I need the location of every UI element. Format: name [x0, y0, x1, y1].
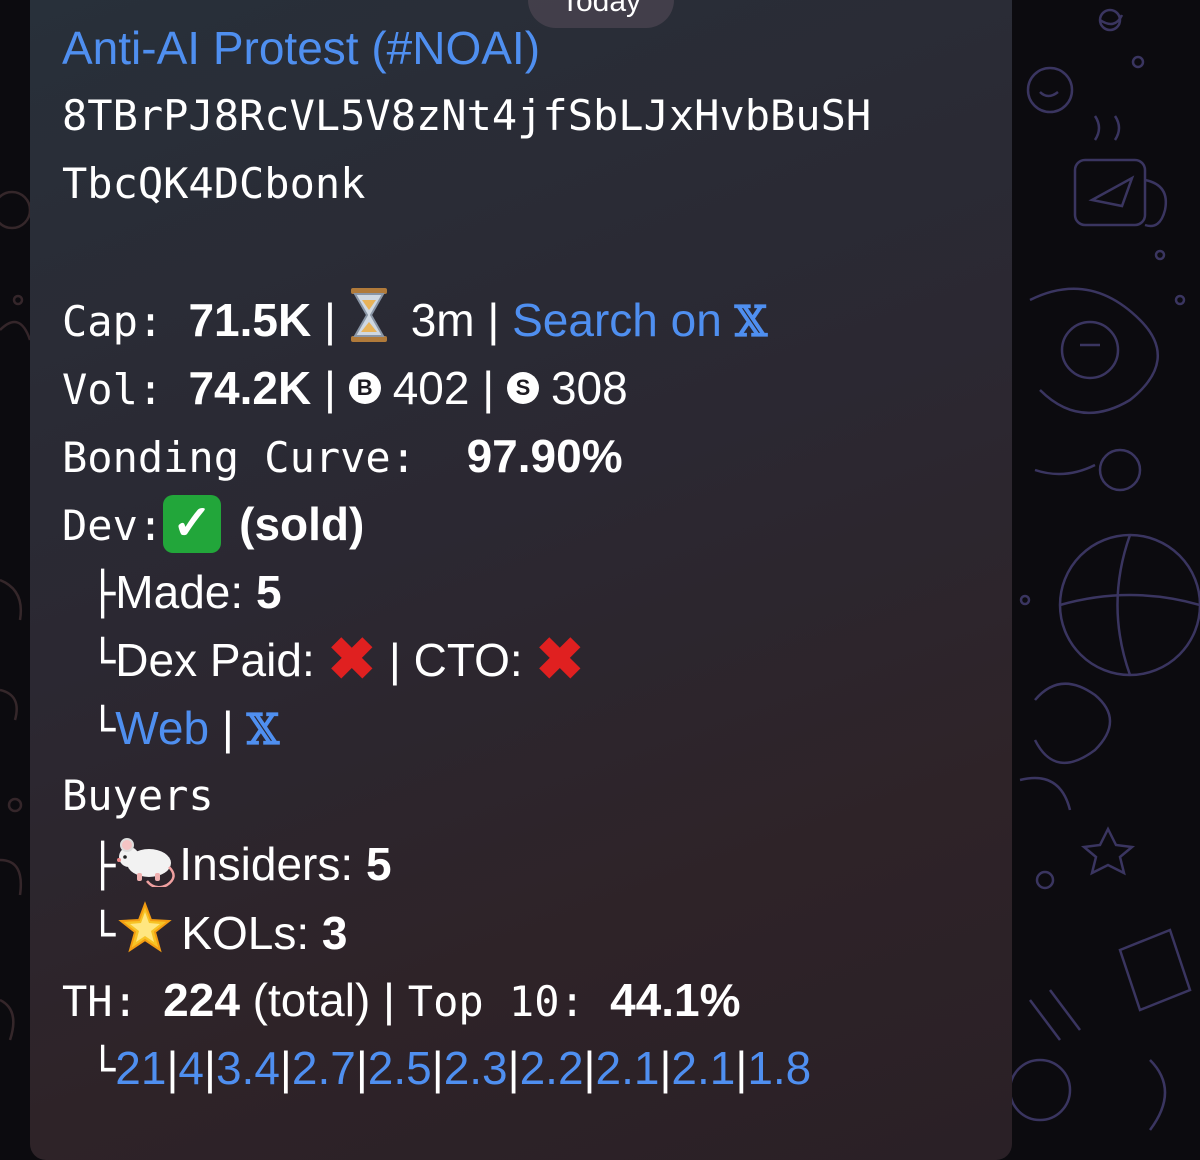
insiders-label: Insiders:	[179, 838, 366, 890]
dev-status: (sold)	[239, 498, 365, 550]
dev-links-line: └Web | 𝕏	[62, 694, 1002, 762]
age-value: 3m	[410, 294, 475, 347]
buyers-label: Buyers	[62, 771, 214, 820]
x-logo-icon[interactable]: 𝕏	[247, 705, 280, 754]
cap-separator: |	[311, 294, 349, 347]
cap-separator-2: |	[474, 294, 513, 347]
dex-paid-label: Dex Paid:	[115, 634, 328, 686]
dev-made-line: ├Made: 5	[62, 558, 1002, 626]
th-total-suffix: (total) |	[239, 974, 408, 1026]
vol-separator: |	[311, 362, 349, 414]
holder-separator: |	[659, 1042, 672, 1094]
made-label: Made:	[115, 566, 256, 618]
top-holders-line: TH: 224 (total) | Top 10: 44.1%	[62, 966, 1002, 1034]
tree-branch: └	[90, 637, 116, 686]
holder-separator: |	[204, 1042, 216, 1094]
bonding-curve-line: Bonding Curve: 97.90%	[62, 422, 1002, 490]
vol-separator-2: |	[469, 362, 507, 414]
dev-line: Dev: ✓ (sold)	[62, 490, 1002, 558]
holder-separator: |	[507, 1042, 520, 1094]
top10-value: 44.1%	[610, 974, 741, 1026]
holder-percent-link[interactable]: 2.7	[292, 1042, 356, 1094]
contract-address-line-1[interactable]: 8TBrPJ8RcVL5V8zNt4jfSbLJxHvbBuSH	[62, 82, 1002, 150]
tree-branch: └	[90, 1045, 116, 1094]
th-label: TH:	[62, 977, 164, 1026]
holders-line: └21|4|3.4|2.7|2.5|2.3|2.2|2.1|2.1|1.8	[62, 1034, 1002, 1102]
holder-percent-list: 21|4|3.4|2.7|2.5|2.3|2.2|2.1|2.1|1.8	[115, 1042, 811, 1094]
message-content: Anti-AI Protest (#NOAI) 8TBrPJ8RcVL5V8zN…	[62, 14, 1002, 1102]
th-total: 224	[163, 974, 240, 1026]
holder-separator: |	[166, 1042, 179, 1094]
dev-dex-line: └Dex Paid: ✖ | CTO: ✖	[62, 626, 1002, 694]
cap-label: Cap:	[62, 297, 189, 347]
holder-separator: |	[735, 1042, 748, 1094]
holder-percent-link[interactable]: 2.1	[596, 1042, 660, 1094]
token-title-link[interactable]: Anti-AI Protest (#NOAI)	[62, 14, 1002, 82]
holder-percent-link[interactable]: 3.4	[216, 1042, 280, 1094]
holder-separator: |	[583, 1042, 596, 1094]
buy-badge-icon: B	[348, 371, 381, 404]
hourglass-icon	[349, 286, 389, 362]
top10-label: Top 10:	[407, 977, 611, 1026]
cross-mark-icon: ✖	[327, 626, 377, 692]
made-value: 5	[255, 566, 282, 618]
cap-line: Cap: 71.5K | 3m | Search on 𝕏	[62, 286, 1002, 354]
kols-line: └ KOLs: 3	[62, 898, 1002, 966]
sell-badge-icon: S	[506, 371, 539, 404]
rat-icon	[115, 831, 179, 905]
tree-branch: ├	[90, 841, 116, 890]
bonding-label: Bonding Curve:	[62, 433, 467, 482]
holder-separator: |	[431, 1042, 444, 1094]
holder-percent-link[interactable]: 21	[115, 1042, 166, 1094]
kols-label: KOLs:	[181, 907, 322, 960]
vol-label: Vol:	[62, 365, 189, 414]
holder-percent-link[interactable]: 2.5	[368, 1042, 432, 1094]
kols-value: 3	[321, 907, 348, 960]
insiders-line: ├ Insiders: 5	[62, 830, 1002, 898]
tree-branch: └	[90, 910, 116, 960]
tree-branch: ├	[90, 569, 116, 618]
cross-mark-icon: ✖	[535, 626, 585, 692]
vol-line: Vol: 74.2K | B 402 | S 308	[62, 354, 1002, 422]
glowing-star-icon	[115, 898, 175, 976]
check-mark-icon: ✓	[163, 494, 222, 553]
x-logo-icon[interactable]: 𝕏	[735, 297, 768, 346]
holder-separator: |	[279, 1042, 292, 1094]
cto-label: CTO:	[413, 634, 536, 686]
contract-address-line-2[interactable]: TbcQK4DCbonk	[62, 150, 1002, 218]
sells-count: 308	[550, 362, 628, 414]
cap-value: 71.5K	[188, 294, 312, 347]
bonding-value: 97.90%	[466, 430, 623, 482]
holder-percent-link[interactable]: 1.8	[747, 1042, 811, 1094]
holder-percent-link[interactable]: 4	[178, 1042, 204, 1094]
buys-count: 402	[392, 362, 470, 414]
search-on-x-link[interactable]: Search on	[512, 294, 734, 346]
web-link[interactable]: Web	[115, 702, 209, 754]
vol-value: 74.2K	[188, 362, 312, 414]
insiders-value: 5	[365, 838, 392, 890]
dev-label: Dev:	[62, 501, 164, 550]
tree-branch: └	[90, 705, 116, 754]
holder-percent-link[interactable]: 2.1	[671, 1042, 735, 1094]
dex-separator: |	[376, 634, 414, 686]
holder-percent-link[interactable]: 2.3	[444, 1042, 508, 1094]
holder-separator: |	[355, 1042, 368, 1094]
holder-percent-link[interactable]: 2.2	[520, 1042, 584, 1094]
links-separator: |	[209, 702, 247, 754]
